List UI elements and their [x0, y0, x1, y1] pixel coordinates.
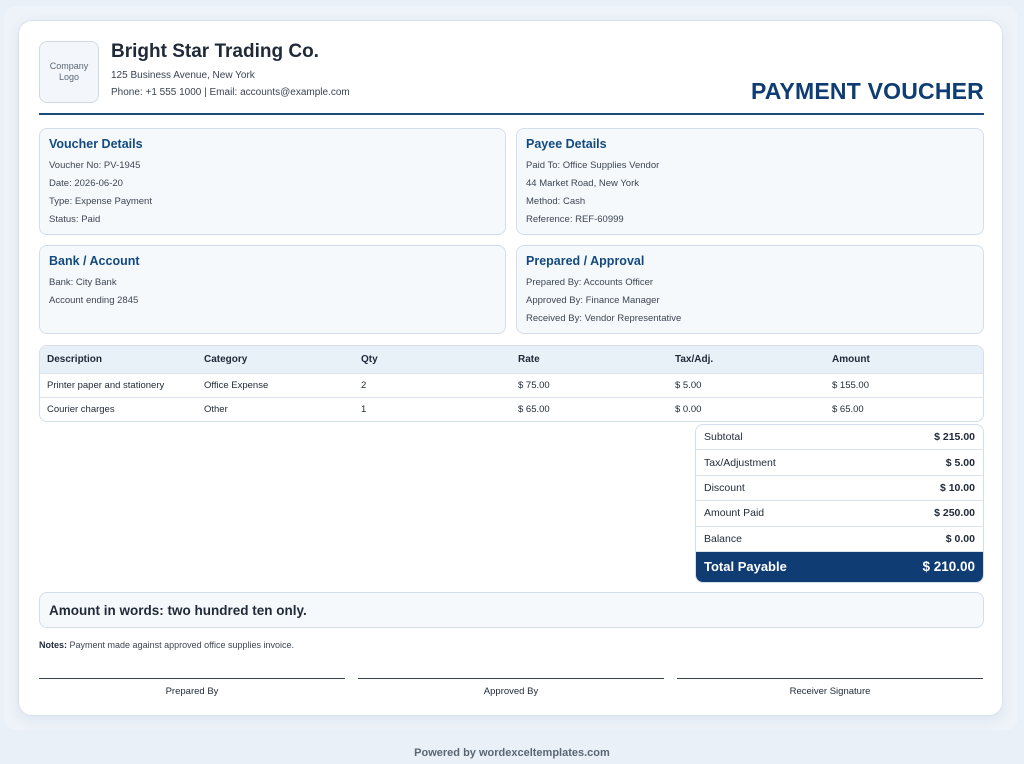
- column-header-rate: Rate: [511, 346, 668, 373]
- totals-label: Subtotal: [704, 431, 743, 444]
- payment-method: Method: Cash: [526, 196, 586, 207]
- cell-amount: $ 155.00: [825, 372, 983, 397]
- voucher-sheet: Company Logo Bright Star Trading Co. 125…: [18, 20, 1003, 716]
- company-info: Bright Star Trading Co. 125 Business Ave…: [111, 41, 350, 98]
- cell-qty: 1: [354, 396, 511, 421]
- voucher-details-title: Voucher Details: [49, 137, 143, 151]
- voucher-header: Company Logo Bright Star Trading Co. 125…: [39, 41, 984, 115]
- cell-tax: $ 5.00: [668, 372, 825, 397]
- signature-approved-by: Approved By: [358, 678, 664, 697]
- cell-rate: $ 75.00: [511, 372, 668, 397]
- powered-by-footer: Powered by wordexceltemplates.com: [414, 747, 610, 759]
- notes-text: Payment made against approved office sup…: [69, 640, 294, 650]
- totals-row-amount-paid: Amount Paid $ 250.00: [696, 501, 983, 527]
- cell-tax: $ 0.00: [668, 396, 825, 421]
- notes-label: Notes:: [39, 640, 68, 650]
- table-row: Printer paper and stationery Office Expe…: [40, 372, 983, 397]
- total-payable-value: $ 210.00: [922, 559, 975, 575]
- totals-row-subtotal: Subtotal $ 215.00: [696, 425, 983, 451]
- totals-value: $ 5.00: [945, 456, 975, 469]
- logo-text: Company Logo: [49, 61, 89, 82]
- payment-reference: Reference: REF-60999: [526, 214, 624, 225]
- payee-details-title: Payee Details: [526, 137, 607, 151]
- column-header-tax: Tax/Adj.: [668, 346, 825, 373]
- cell-category: Office Expense: [197, 372, 354, 397]
- document-title: PAYMENT VOUCHER: [750, 78, 984, 104]
- column-header-qty: Qty: [354, 346, 511, 373]
- received-by: Received By: Vendor Representative: [526, 313, 682, 324]
- totals-value: $ 0.00: [945, 532, 975, 545]
- totals-row-discount: Discount $ 10.00: [696, 476, 983, 502]
- company-name: Bright Star Trading Co.: [111, 41, 319, 62]
- amount-in-words: Amount in words: two hundred ten only.: [39, 592, 984, 628]
- company-contact: Phone: +1 555 1000 | Email: accounts@exa…: [111, 87, 350, 98]
- totals-row-tax-adjustment: Tax/Adjustment $ 5.00: [696, 450, 983, 476]
- table-row: Courier charges Other 1 $ 65.00 $ 0.00 $…: [40, 396, 983, 421]
- voucher-date: Date: 2026-06-20: [49, 178, 123, 189]
- account-ending: Account ending 2845: [49, 295, 139, 306]
- prepared-approval-title: Prepared / Approval: [526, 254, 645, 268]
- cell-rate: $ 65.00: [511, 396, 668, 421]
- total-payable-label: Total Payable: [704, 559, 787, 575]
- totals-summary: Subtotal $ 215.00 Tax/Adjustment $ 5.00 …: [695, 424, 984, 583]
- line-items-table: Description Category Qty Rate Tax/Adj. A…: [39, 345, 984, 422]
- approved-by: Approved By: Finance Manager: [526, 295, 660, 306]
- company-address: 125 Business Avenue, New York: [111, 70, 255, 81]
- cell-description: Printer paper and stationery: [40, 372, 197, 397]
- voucher-status: Status: Paid: [49, 214, 101, 225]
- totals-label: Amount Paid: [704, 507, 765, 520]
- bank-account-title: Bank / Account: [49, 254, 140, 268]
- totals-row-balance: Balance $ 0.00: [696, 527, 983, 552]
- column-header-amount: Amount: [825, 346, 983, 373]
- cell-qty: 2: [354, 372, 511, 397]
- payee-address: 44 Market Road, New York: [526, 178, 640, 189]
- column-header-category: Category: [197, 346, 354, 373]
- totals-value: $ 215.00: [934, 431, 975, 444]
- bank-name: Bank: City Bank: [49, 277, 117, 288]
- voucher-details-card: Voucher Details Voucher No: PV-1945 Date…: [39, 128, 506, 235]
- signature-label: Prepared By: [165, 686, 219, 697]
- totals-value: $ 250.00: [934, 507, 975, 520]
- cell-category: Other: [197, 396, 354, 421]
- voucher-number: Voucher No: PV-1945: [49, 160, 141, 171]
- signature-label: Approved By: [483, 686, 539, 697]
- cell-description: Courier charges: [40, 396, 197, 421]
- total-payable-row: Total Payable $ 210.00: [696, 551, 983, 582]
- totals-label: Tax/Adjustment: [704, 456, 776, 469]
- cell-amount: $ 65.00: [825, 396, 983, 421]
- notes: Notes: Payment made against approved off…: [39, 640, 294, 650]
- signature-prepared-by: Prepared By: [39, 678, 345, 697]
- totals-label: Balance: [704, 532, 742, 545]
- payee-details-card: Payee Details Paid To: Office Supplies V…: [516, 128, 984, 235]
- totals-label: Discount: [704, 481, 745, 494]
- totals-value: $ 10.00: [939, 481, 975, 494]
- company-logo-placeholder: Company Logo: [39, 41, 99, 103]
- signature-label: Receiver Signature: [789, 686, 871, 697]
- table-header-row: Description Category Qty Rate Tax/Adj. A…: [40, 346, 983, 373]
- bank-account-card: Bank / Account Bank: City Bank Account e…: [39, 245, 506, 334]
- payee-name: Paid To: Office Supplies Vendor: [526, 160, 660, 171]
- prepared-approval-card: Prepared / Approval Prepared By: Account…: [516, 245, 984, 334]
- signature-receiver: Receiver Signature: [677, 678, 983, 697]
- column-header-description: Description: [40, 346, 197, 373]
- prepared-by: Prepared By: Accounts Officer: [526, 277, 654, 288]
- voucher-type: Type: Expense Payment: [49, 196, 152, 207]
